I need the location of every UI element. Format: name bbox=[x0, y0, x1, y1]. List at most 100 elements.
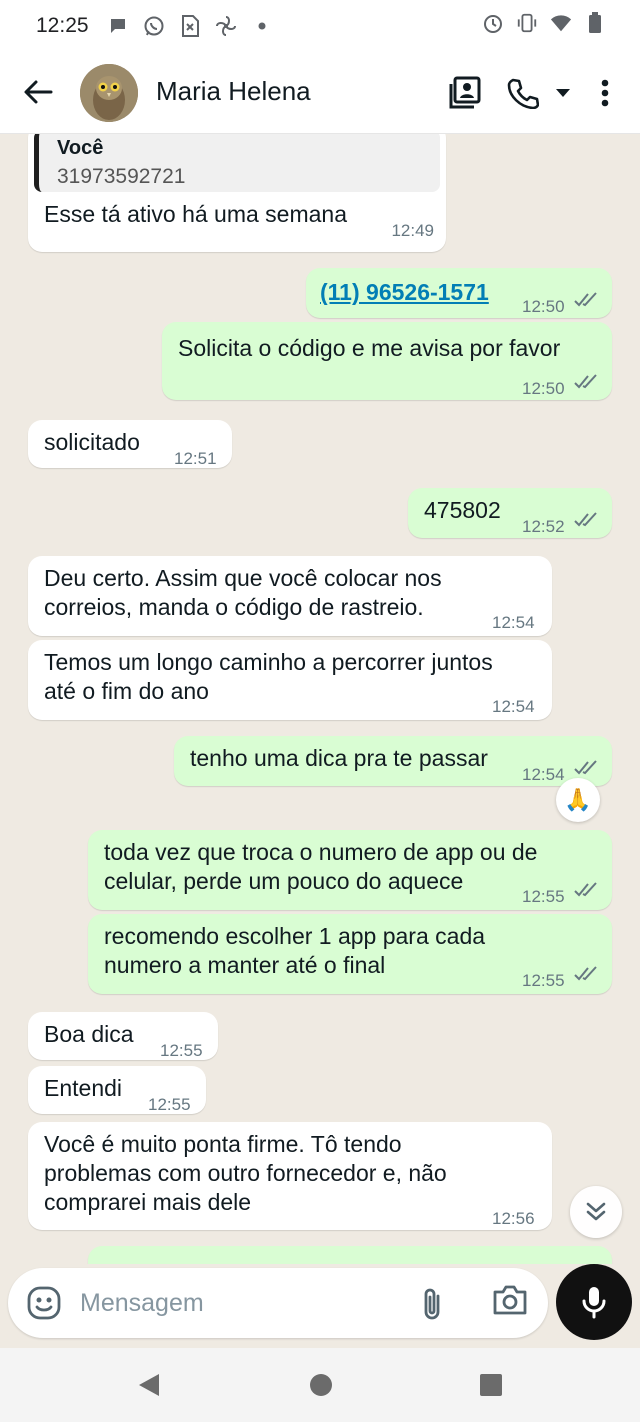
attach-button[interactable] bbox=[420, 1286, 454, 1320]
message-incoming[interactable]: Temos um longo caminho a percorrer junto… bbox=[28, 640, 552, 720]
message-time: 12:50 bbox=[522, 297, 565, 316]
emoji-icon bbox=[27, 1286, 61, 1320]
double-chevron-down-icon bbox=[586, 1202, 606, 1221]
message-text-line: comprarei mais dele bbox=[44, 1189, 252, 1215]
nav-recents-button[interactable] bbox=[476, 1370, 506, 1400]
message-time: 12:56 bbox=[492, 1209, 535, 1228]
message-text-line: Deu certo. Assim que você colocar nos bbox=[44, 565, 442, 591]
avatar[interactable] bbox=[80, 64, 138, 122]
message-text: Boa dica bbox=[44, 1021, 134, 1047]
quote-text: 31973592721 bbox=[57, 165, 186, 188]
message-outgoing[interactable]: Solicita o código e me avisa por favor 1… bbox=[162, 322, 612, 400]
read-receipt-icon bbox=[574, 374, 597, 389]
nav-recents-icon bbox=[480, 1374, 502, 1396]
message-text-line: até o fim do ano bbox=[44, 678, 209, 704]
phone-icon bbox=[507, 78, 539, 109]
message-time: 12:50 bbox=[522, 379, 565, 398]
system-navigation-bar bbox=[0, 1348, 640, 1422]
message-text-line: celular, perde um pouco do aquece bbox=[104, 868, 464, 894]
message-time: 12:54 bbox=[492, 697, 535, 716]
message-outgoing[interactable]: recomendo escolher 1 app para cada numer… bbox=[88, 914, 612, 994]
message-text: Esse tá ativo há uma semana bbox=[44, 201, 347, 227]
message-text: Entendi bbox=[44, 1075, 123, 1101]
message-text: tenho uma dica pra te passar bbox=[190, 745, 488, 771]
more-options-button[interactable] bbox=[586, 74, 624, 112]
dot-icon bbox=[251, 15, 273, 37]
vibrate-icon bbox=[516, 12, 538, 34]
wifi-icon bbox=[550, 12, 572, 34]
nav-home-icon bbox=[310, 1374, 332, 1396]
nav-back-icon bbox=[139, 1374, 159, 1396]
chat-header: Maria Helena bbox=[0, 52, 640, 134]
more-vert-icon bbox=[601, 79, 609, 107]
back-button[interactable] bbox=[20, 74, 56, 110]
read-receipt-icon bbox=[574, 966, 597, 981]
pinwheel-icon bbox=[215, 15, 237, 37]
message-composer bbox=[8, 1268, 548, 1338]
message-incoming[interactable]: solicitado 12:51 bbox=[28, 420, 232, 468]
phone-link[interactable]: (11) 96526-1571 bbox=[320, 278, 489, 307]
message-incoming[interactable]: Você 31973592721 Esse tá ativo há uma se… bbox=[28, 134, 446, 252]
read-receipt-icon bbox=[574, 292, 597, 307]
message-time: 12:51 bbox=[174, 449, 217, 468]
contact-card-icon bbox=[449, 76, 481, 109]
status-time: 12:25 bbox=[36, 14, 89, 37]
message-time: 12:49 bbox=[391, 221, 434, 240]
message-time: 12:54 bbox=[522, 765, 565, 784]
message-text: solicitado bbox=[44, 429, 140, 455]
message-outgoing[interactable]: toda vez que troca o numero de app ou de… bbox=[88, 830, 612, 910]
message-text-line: recomendo escolher 1 app para cada bbox=[104, 923, 486, 949]
message-list[interactable]: Você 31973592721 Esse tá ativo há uma se… bbox=[0, 134, 640, 1264]
message-time: 12:52 bbox=[522, 517, 565, 536]
call-button[interactable] bbox=[504, 74, 542, 112]
message-text: Solicita o código e me avisa por favor bbox=[178, 335, 561, 361]
message-input[interactable] bbox=[80, 1268, 400, 1338]
message-outgoing[interactable]: 475802 12:52 bbox=[408, 488, 612, 538]
message-text-line: Temos um longo caminho a percorrer junto… bbox=[44, 649, 493, 675]
quoted-message[interactable]: Você 31973592721 bbox=[34, 134, 440, 192]
dropdown-arrow-icon bbox=[556, 89, 570, 97]
chat-bubble-icon bbox=[107, 15, 129, 37]
attach-clip-icon bbox=[424, 1288, 440, 1320]
message-time: 12:55 bbox=[522, 971, 565, 990]
alarm-icon bbox=[482, 12, 504, 34]
message-time: 12:55 bbox=[160, 1041, 203, 1060]
message-text-line: numero a manter até o final bbox=[104, 952, 386, 978]
message-outgoing[interactable]: tenho uma dica pra te passar 12:54 bbox=[174, 736, 612, 786]
message-time: 12:54 bbox=[492, 613, 535, 632]
quote-author: Você bbox=[57, 137, 104, 159]
message-outgoing-partial[interactable] bbox=[88, 1246, 612, 1264]
message-outgoing[interactable]: (11) 96526-1571 12:50 bbox=[306, 268, 612, 318]
message-time: 12:55 bbox=[522, 887, 565, 906]
folded-hands-icon: 🙏 bbox=[564, 787, 592, 812]
message-incoming[interactable]: Boa dica 12:55 bbox=[28, 1012, 218, 1060]
whatsapp-icon bbox=[143, 15, 165, 37]
read-receipt-icon bbox=[574, 760, 597, 775]
back-arrow-icon bbox=[24, 80, 53, 104]
message-incoming[interactable]: Deu certo. Assim que você colocar nos co… bbox=[28, 556, 552, 636]
system-status-icons bbox=[482, 12, 606, 34]
camera-button[interactable] bbox=[492, 1284, 530, 1322]
message-incoming[interactable]: Entendi 12:55 bbox=[28, 1066, 206, 1114]
voice-message-button[interactable] bbox=[556, 1264, 632, 1340]
nav-home-button[interactable] bbox=[306, 1370, 336, 1400]
nav-back-button[interactable] bbox=[134, 1370, 164, 1400]
message-text-line: correios, manda o código de rastreio. bbox=[44, 594, 424, 620]
sim-card-icon bbox=[179, 15, 201, 37]
status-bar: 12:25 bbox=[0, 0, 640, 52]
read-receipt-icon bbox=[574, 512, 597, 527]
contact-card-button[interactable] bbox=[446, 74, 484, 112]
scroll-to-bottom-button[interactable] bbox=[570, 1186, 622, 1238]
message-text-line: problemas com outro fornecedor e, não bbox=[44, 1160, 447, 1186]
battery-icon bbox=[584, 12, 606, 34]
reaction-badge[interactable]: 🙏 bbox=[556, 778, 600, 822]
call-options-button[interactable] bbox=[544, 74, 582, 112]
microphone-icon bbox=[582, 1287, 606, 1319]
message-time: 12:55 bbox=[148, 1095, 191, 1114]
message-incoming[interactable]: Você é muito ponta firme. Tô tendo probl… bbox=[28, 1122, 552, 1230]
camera-icon bbox=[493, 1285, 527, 1315]
message-text-line: Você é muito ponta firme. Tô tendo bbox=[44, 1131, 402, 1157]
message-text-line: toda vez que troca o numero de app ou de bbox=[104, 839, 538, 865]
emoji-button[interactable] bbox=[26, 1285, 62, 1321]
contact-name[interactable]: Maria Helena bbox=[156, 76, 311, 107]
